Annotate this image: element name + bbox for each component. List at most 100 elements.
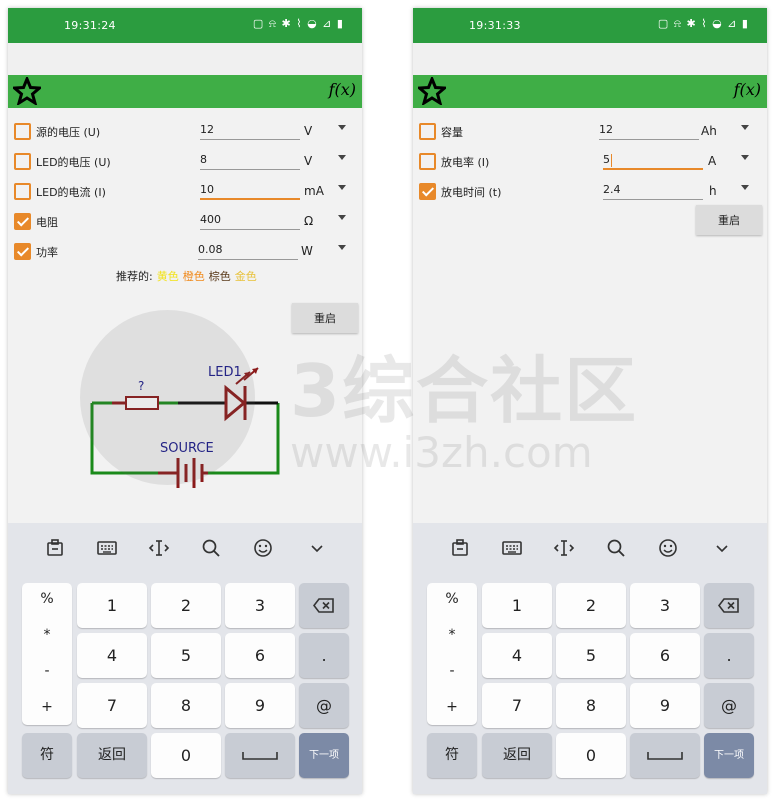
key-3[interactable]: 3 [630,583,700,628]
next-field-key[interactable]: 下一项 [704,733,754,778]
clipboard-icon[interactable] [449,537,471,559]
unit-dropdown-icon[interactable] [338,155,346,160]
search-icon[interactable] [605,537,627,559]
key-dot[interactable]: . [299,633,349,678]
key-dot[interactable]: . [704,633,754,678]
space-key[interactable] [225,733,295,778]
status-time: 19:31:24 [64,19,116,32]
key-7[interactable]: 7 [77,683,147,728]
key-at[interactable]: @ [299,683,349,728]
row-led-voltage: LED的电压 (U) 8 V [8,146,362,176]
unit-dropdown-icon[interactable] [338,245,346,250]
checkbox-source-voltage[interactable] [14,123,31,140]
label-discharge-time: 放电时间 (t) [441,186,502,199]
key-minus[interactable]: - [427,663,477,679]
unit-dropdown-icon[interactable] [741,125,749,130]
keyboard-icon[interactable] [501,537,523,559]
key-back[interactable]: 返回 [77,733,147,778]
key-9[interactable]: 9 [630,683,700,728]
key-5[interactable]: 5 [556,633,626,678]
backspace-key[interactable] [299,583,349,628]
key-7[interactable]: 7 [482,683,552,728]
search-icon[interactable] [200,537,222,559]
key-1[interactable]: 1 [482,583,552,628]
backspace-key[interactable] [704,583,754,628]
star-icon[interactable] [13,77,41,105]
key-1[interactable]: 1 [77,583,147,628]
row-discharge-time: 放电时间 (t) 2.4 h [413,176,767,206]
star-icon[interactable] [418,77,446,105]
emoji-icon[interactable] [657,537,679,559]
chevron-down-icon[interactable] [306,537,328,559]
key-percent[interactable]: % [427,591,477,607]
space-icon [242,752,278,760]
checkbox-capacity[interactable] [419,123,436,140]
key-back[interactable]: 返回 [482,733,552,778]
key-asterisk[interactable]: * [427,627,477,643]
cursor-move-icon[interactable] [148,537,170,559]
status-time: 19:31:33 [469,19,521,32]
cursor-move-icon[interactable] [553,537,575,559]
source-label: SOURCE [160,441,214,456]
clipboard-icon[interactable] [44,537,66,559]
key-0[interactable]: 0 [151,733,221,778]
input-discharge-rate[interactable]: 5 [603,150,703,170]
key-5[interactable]: 5 [151,633,221,678]
unit-dropdown-icon[interactable] [741,155,749,160]
checkbox-led-current[interactable] [14,183,31,200]
key-3[interactable]: 3 [225,583,295,628]
key-2[interactable]: 2 [151,583,221,628]
unit-dropdown-icon[interactable] [338,215,346,220]
key-9[interactable]: 9 [225,683,295,728]
space-key[interactable] [630,733,700,778]
unit-dropdown-icon[interactable] [338,185,346,190]
key-plus[interactable]: + [22,699,72,715]
input-discharge-time[interactable]: 2.4 [603,180,703,200]
key-6[interactable]: 6 [225,633,295,678]
key-asterisk[interactable]: * [22,627,72,643]
checkbox-led-voltage[interactable] [14,153,31,170]
reset-button[interactable]: 重启 [292,303,358,333]
formula-button[interactable]: f(x) [734,80,761,99]
checkbox-power[interactable] [14,243,31,260]
key-4[interactable]: 4 [482,633,552,678]
key-0[interactable]: 0 [556,733,626,778]
label-discharge-rate: 放电率 (I) [441,156,490,169]
input-resistance[interactable]: 400 [200,210,300,230]
input-power[interactable]: 0.08 [198,240,298,260]
input-led-current[interactable]: 10 [200,180,300,200]
formula-button[interactable]: f(x) [329,80,356,99]
key-6[interactable]: 6 [630,633,700,678]
color-brown: 棕色 [208,270,231,283]
input-led-voltage[interactable]: 8 [200,150,300,170]
emoji-icon[interactable] [252,537,274,559]
app-toolbar: f(x) [413,75,767,108]
key-8[interactable]: 8 [556,683,626,728]
unit-dropdown-icon[interactable] [338,125,346,130]
checkbox-discharge-time[interactable] [419,183,436,200]
key-2[interactable]: 2 [556,583,626,628]
checkbox-discharge-rate[interactable] [419,153,436,170]
led-symbol [224,384,247,422]
label-power: 功率 [36,246,58,259]
key-at[interactable]: @ [704,683,754,728]
phone-right: 19:31:33 ▢ ⍾ ✱ ⌇ ◒ ⊿ ▮ f(x) 容量 12 Ah 放电率… [413,8,767,794]
key-8[interactable]: 8 [151,683,221,728]
next-field-key[interactable]: 下一项 [299,733,349,778]
reset-button[interactable]: 重启 [696,205,762,235]
key-minus[interactable]: - [22,663,72,679]
unit-power: W [301,244,313,258]
calculator-panel: 源的电压 (U) 12 V LED的电压 (U) 8 V LED的电流 (I) … [8,108,362,523]
keyboard-icon[interactable] [96,537,118,559]
chevron-down-icon[interactable] [711,537,733,559]
input-source-voltage[interactable]: 12 [200,120,300,140]
unit-dropdown-icon[interactable] [741,185,749,190]
key-symbols[interactable]: 符 [427,733,477,778]
key-plus[interactable]: + [427,699,477,715]
key-percent[interactable]: % [22,591,72,607]
checkbox-resistance[interactable] [14,213,31,230]
text-cursor [611,153,612,167]
key-symbols[interactable]: 符 [22,733,72,778]
input-capacity[interactable]: 12 [599,120,699,140]
key-4[interactable]: 4 [77,633,147,678]
